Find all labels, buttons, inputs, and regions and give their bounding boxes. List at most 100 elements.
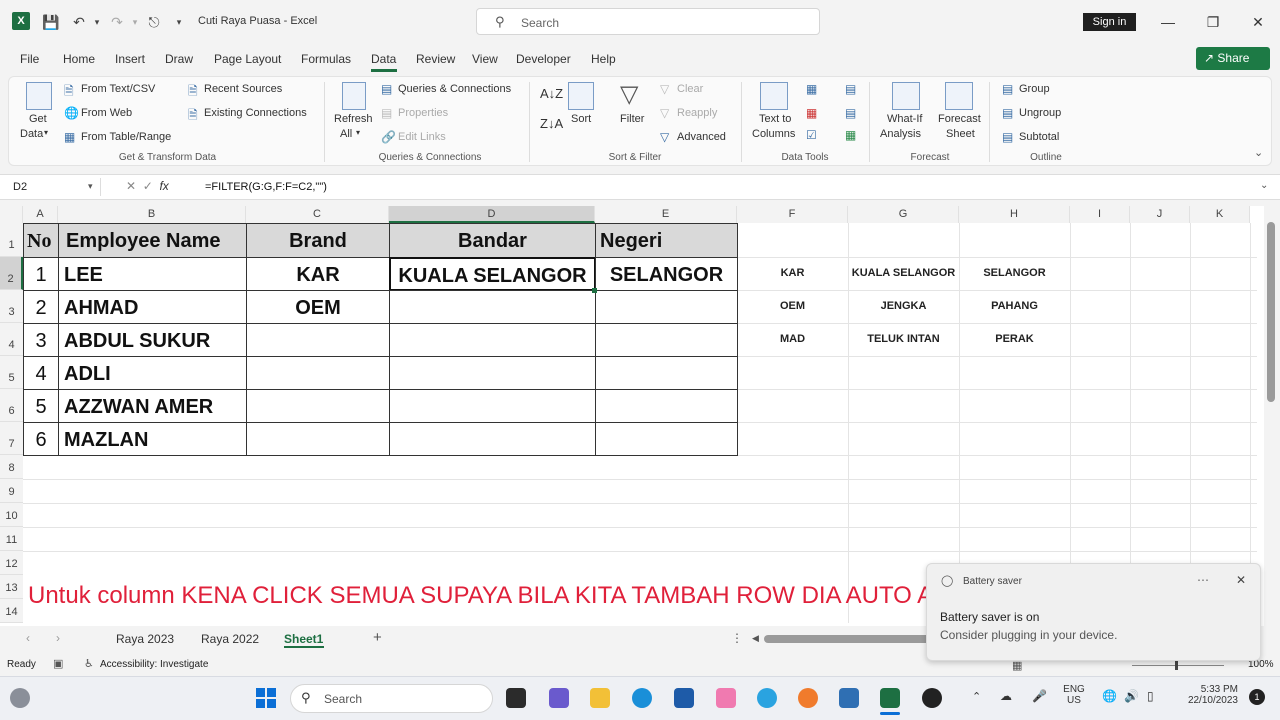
excel-taskbar-icon[interactable]	[880, 688, 900, 708]
table-cell-name[interactable]: AHMAD	[58, 290, 247, 324]
filter-button[interactable]: Filter	[620, 113, 644, 125]
store-icon[interactable]	[674, 688, 694, 708]
row-header-4[interactable]: 4	[0, 323, 23, 356]
consolidate-icon[interactable]: ▤	[845, 82, 856, 96]
zoom-slider[interactable]	[1132, 665, 1224, 666]
column-header-k[interactable]: K	[1190, 206, 1250, 223]
table-header-bandar[interactable]: Bandar	[389, 223, 596, 258]
sort-za-icon[interactable]: Z↓A	[540, 116, 563, 131]
table-cell-negeri[interactable]	[595, 389, 738, 423]
redo-dropdown-icon[interactable]: ▾	[126, 13, 144, 31]
row-header-14[interactable]: 14	[0, 599, 23, 623]
firefox-icon[interactable]	[798, 688, 818, 708]
table-header-employee-name[interactable]: Employee Name	[58, 223, 247, 258]
horizontal-scroll-thumb[interactable]	[764, 635, 934, 643]
tab-developer[interactable]: Developer	[516, 52, 571, 66]
remove-duplicates-icon[interactable]: ▦	[806, 106, 817, 120]
tab-formulas[interactable]: Formulas	[301, 52, 351, 66]
enter-icon[interactable]: ✓	[143, 179, 153, 193]
lookup-bandar-cell[interactable]: JENGKA	[848, 300, 959, 312]
start-icon[interactable]	[256, 688, 276, 708]
clear-button[interactable]: Clear	[677, 83, 703, 95]
tab-page-layout[interactable]: Page Layout	[214, 52, 281, 66]
get-data-label-1[interactable]: Get	[29, 113, 47, 125]
row-header-7[interactable]: 7	[0, 422, 23, 455]
refresh-all-label-1[interactable]: Refresh	[334, 113, 373, 125]
row-header-2[interactable]: 2	[0, 257, 23, 290]
row-header-9[interactable]: 9	[0, 479, 23, 503]
table-header-negeri[interactable]: Negeri	[595, 223, 738, 258]
table-cell-negeri[interactable]	[595, 323, 738, 357]
accessibility-icon[interactable]: ♿	[84, 657, 94, 670]
flash-fill-icon[interactable]: ▦	[806, 82, 817, 96]
edit-links-button[interactable]: Edit Links	[398, 131, 446, 143]
tab-data[interactable]: Data	[371, 52, 396, 66]
forecast-sheet-label-2[interactable]: Sheet	[946, 128, 975, 140]
redo-icon[interactable]: ↷	[108, 13, 126, 31]
column-header-c[interactable]: C	[246, 206, 389, 223]
column-header-h[interactable]: H	[959, 206, 1070, 223]
ungroup-button[interactable]: Ungroup	[1019, 107, 1061, 119]
sort-button[interactable]: Sort	[571, 113, 591, 125]
app-icon[interactable]	[716, 688, 736, 708]
add-sheet-icon[interactable]: +	[373, 629, 382, 646]
tab-view[interactable]: View	[472, 52, 498, 66]
share-button[interactable]: ↗ Share	[1196, 47, 1270, 70]
table-cell-negeri[interactable]	[595, 356, 738, 390]
toast-more-icon[interactable]: ⋯	[1197, 573, 1209, 587]
table-cell-negeri[interactable]: SELANGOR	[595, 257, 738, 291]
table-cell-no[interactable]: 1	[23, 257, 59, 291]
table-cell-bandar[interactable]	[389, 422, 596, 456]
row-header-10[interactable]: 10	[0, 503, 23, 527]
table-cell-no[interactable]: 4	[23, 356, 59, 390]
language-indicator[interactable]: ENG US	[1063, 684, 1085, 706]
app-icon[interactable]	[922, 688, 942, 708]
what-if-label-2[interactable]: Analysis	[880, 128, 921, 140]
row-header-11[interactable]: 11	[0, 527, 23, 551]
minimize-icon[interactable]: —	[1158, 12, 1178, 32]
from-text-csv-button[interactable]: From Text/CSV	[81, 83, 155, 95]
lookup-brand-cell[interactable]: KAR	[737, 267, 848, 279]
tab-insert[interactable]: Insert	[115, 52, 145, 66]
widgets-icon[interactable]	[10, 688, 30, 708]
network-icon[interactable]: 🌐	[1102, 689, 1117, 703]
macro-record-icon[interactable]: ▣	[53, 657, 63, 670]
lookup-negeri-cell[interactable]: SELANGOR	[959, 267, 1070, 279]
text-to-columns-label-1[interactable]: Text to	[759, 113, 791, 125]
name-box-dropdown-icon[interactable]: ▾	[88, 181, 93, 192]
edge-icon[interactable]	[632, 688, 652, 708]
search-input[interactable]: ⚲ Search	[476, 8, 820, 35]
column-header-f[interactable]: F	[737, 206, 848, 223]
spelling-icon[interactable]: ⎋	[145, 13, 163, 31]
table-header-brand[interactable]: Brand	[246, 223, 390, 258]
properties-button[interactable]: Properties	[398, 107, 448, 119]
app-icon[interactable]	[757, 688, 777, 708]
sign-in-button[interactable]: Sign in	[1083, 13, 1136, 31]
table-cell-no[interactable]: 6	[23, 422, 59, 456]
vertical-scroll-thumb[interactable]	[1267, 222, 1275, 402]
lookup-negeri-cell[interactable]: PAHANG	[959, 300, 1070, 312]
table-cell-name[interactable]: ADLI	[58, 356, 247, 390]
tray-app-icon[interactable]: ☁	[1000, 689, 1012, 703]
table-cell-bandar-selected[interactable]: KUALA SELANGOR	[389, 257, 596, 291]
chat-icon[interactable]	[549, 688, 569, 708]
column-header-g[interactable]: G	[848, 206, 959, 223]
undo-icon[interactable]: ↶	[70, 13, 88, 31]
tray-overflow-icon[interactable]: ⌃	[972, 690, 981, 703]
row-header-3[interactable]: 3	[0, 290, 23, 323]
reapply-button[interactable]: Reapply	[677, 107, 717, 119]
table-cell-brand[interactable]	[246, 356, 390, 390]
fill-handle[interactable]	[592, 288, 597, 293]
advanced-button[interactable]: Advanced	[677, 131, 726, 143]
column-header-e[interactable]: E	[595, 206, 737, 223]
battery-saver-toast[interactable]: ◯ Battery saver ⋯ ✕ Battery saver is on …	[926, 563, 1261, 661]
relationships-icon[interactable]: ▤	[845, 106, 856, 120]
table-cell-bandar[interactable]	[389, 323, 596, 357]
table-cell-negeri[interactable]	[595, 422, 738, 456]
column-header-j[interactable]: J	[1130, 206, 1190, 223]
queries-connections-button[interactable]: Queries & Connections	[398, 83, 511, 95]
table-cell-bandar[interactable]	[389, 290, 596, 324]
data-validation-icon[interactable]: ☑	[806, 128, 817, 142]
cancel-icon[interactable]: ✕	[126, 179, 136, 193]
table-cell-bandar[interactable]	[389, 389, 596, 423]
